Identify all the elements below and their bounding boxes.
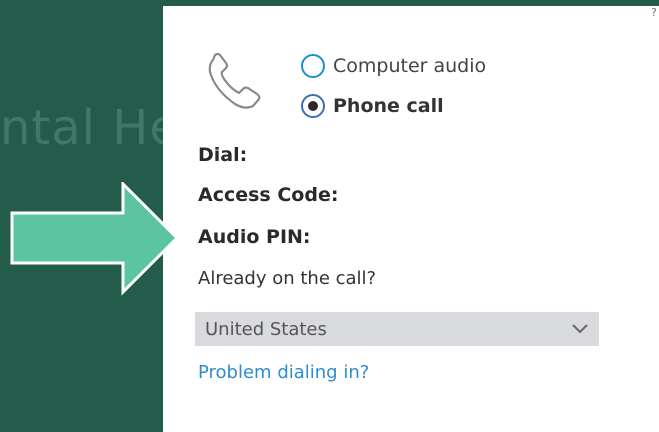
radio-label-phone-call: Phone call — [333, 95, 444, 117]
radio-button-checked[interactable] — [301, 94, 325, 118]
audio-pin-label: Audio PIN: — [198, 226, 311, 248]
radio-phone-call[interactable]: Phone call — [301, 94, 444, 118]
arrow-right-icon — [10, 182, 180, 296]
problem-dialing-link[interactable]: Problem dialing in? — [198, 362, 369, 383]
radio-computer-audio[interactable]: Computer audio — [301, 54, 486, 78]
background-title-fragment: ntal He — [0, 100, 180, 156]
audio-panel: ? Computer audio Phone call Dial: Access… — [163, 6, 659, 432]
dial-label: Dial: — [198, 144, 248, 166]
already-on-call-text: Already on the call? — [198, 268, 377, 289]
panel-corner-mark: ? — [651, 6, 657, 19]
radio-button[interactable] — [301, 54, 325, 78]
radio-label-computer-audio: Computer audio — [333, 55, 487, 77]
access-code-label: Access Code: — [198, 184, 339, 206]
country-select[interactable]: United States — [195, 312, 599, 346]
phone-icon — [208, 52, 261, 109]
chevron-down-icon[interactable] — [571, 323, 589, 335]
country-select-value: United States — [205, 318, 327, 340]
